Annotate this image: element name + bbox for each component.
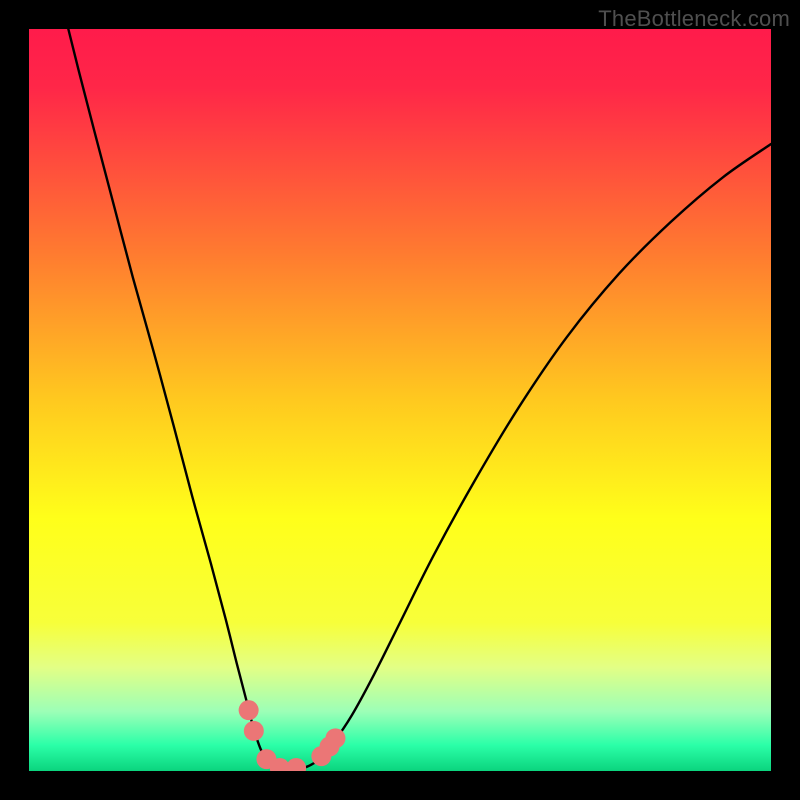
marker-point — [239, 700, 259, 720]
marker-point — [325, 728, 345, 748]
gradient-background — [29, 29, 771, 771]
marker-point — [244, 721, 264, 741]
chart-svg — [29, 29, 771, 771]
outer-frame: TheBottleneck.com — [0, 0, 800, 800]
plot-area — [29, 29, 771, 771]
